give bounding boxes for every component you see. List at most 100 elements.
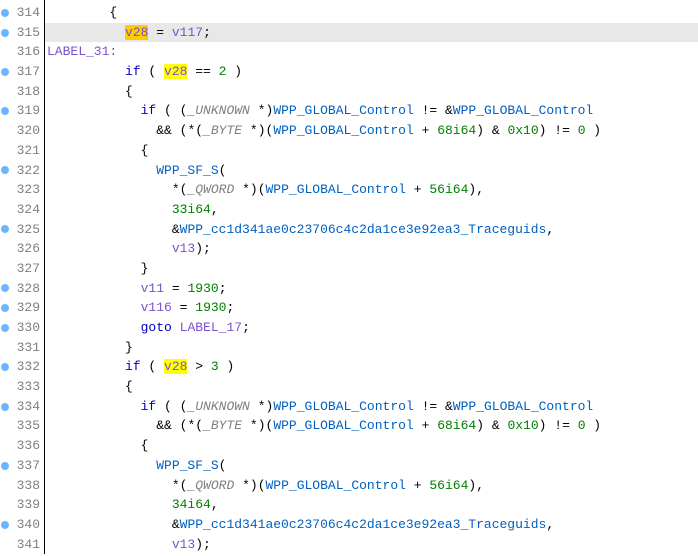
breakpoint-marker[interactable]: [0, 259, 10, 279]
breakpoint-marker[interactable]: [0, 101, 10, 121]
breakpoint-marker[interactable]: [0, 161, 10, 181]
breakpoint-marker[interactable]: [0, 121, 10, 141]
breakpoint-marker[interactable]: [0, 298, 10, 318]
sym-wsfs[interactable]: WPP_SF_S: [156, 163, 218, 178]
code-line[interactable]: 33i64,: [45, 200, 698, 220]
line-number[interactable]: 337: [10, 456, 40, 476]
breakpoint-marker[interactable]: [0, 476, 10, 496]
line-number[interactable]: 332: [10, 357, 40, 377]
var-v117[interactable]: v117: [172, 25, 203, 40]
breakpoint-marker[interactable]: [0, 377, 10, 397]
breakpoint-marker[interactable]: [0, 3, 10, 23]
var-v13[interactable]: v13: [172, 537, 195, 552]
code-line[interactable]: v116 = 1930;: [45, 298, 698, 318]
line-number[interactable]: 330: [10, 318, 40, 338]
line-number[interactable]: 336: [10, 436, 40, 456]
sym-wsfs[interactable]: WPP_SF_S: [156, 458, 218, 473]
code-line[interactable]: && (*(_BYTE *)(WPP_GLOBAL_Control + 68i6…: [45, 121, 698, 141]
line-number[interactable]: 327: [10, 259, 40, 279]
label-17[interactable]: LABEL_17: [180, 320, 242, 335]
sym-wgc[interactable]: WPP_GLOBAL_Control: [273, 399, 413, 414]
line-number[interactable]: 321: [10, 141, 40, 161]
breakpoint-marker[interactable]: [0, 318, 10, 338]
breakpoint-marker[interactable]: [0, 42, 10, 62]
code-line[interactable]: {: [45, 377, 698, 397]
breakpoint-marker[interactable]: [0, 180, 10, 200]
line-number[interactable]: 317: [10, 62, 40, 82]
line-number-gutter[interactable]: 3143153163173183193203213223233243253263…: [10, 0, 44, 554]
code-line[interactable]: }: [45, 259, 698, 279]
line-number[interactable]: 315: [10, 23, 40, 43]
label-31[interactable]: LABEL_31:: [47, 44, 117, 59]
code-line[interactable]: if ( v28 > 3 ): [45, 357, 698, 377]
code-line[interactable]: v13);: [45, 535, 698, 555]
var-v13[interactable]: v13: [172, 241, 195, 256]
line-number[interactable]: 331: [10, 338, 40, 358]
code-line[interactable]: if ( (_UNKNOWN *)WPP_GLOBAL_Control != &…: [45, 397, 698, 417]
code-line[interactable]: LABEL_31:: [45, 42, 698, 62]
line-number[interactable]: 323: [10, 180, 40, 200]
breakpoint-marker[interactable]: [0, 515, 10, 535]
code-line[interactable]: {: [45, 436, 698, 456]
var-v11[interactable]: v11: [141, 281, 164, 296]
line-number[interactable]: 335: [10, 416, 40, 436]
breakpoint-marker[interactable]: [0, 200, 10, 220]
sym-wgc[interactable]: WPP_GLOBAL_Control: [273, 418, 413, 433]
code-line[interactable]: {: [45, 141, 698, 161]
var-v116[interactable]: v116: [141, 300, 172, 315]
breakpoint-marker[interactable]: [0, 357, 10, 377]
code-line[interactable]: {: [45, 3, 698, 23]
line-number[interactable]: 316: [10, 42, 40, 62]
line-number[interactable]: 325: [10, 220, 40, 240]
breakpoint-marker[interactable]: [0, 279, 10, 299]
code-line[interactable]: && (*(_BYTE *)(WPP_GLOBAL_Control + 68i6…: [45, 416, 698, 436]
line-number[interactable]: 340: [10, 515, 40, 535]
code-line[interactable]: v13);: [45, 239, 698, 259]
code-line[interactable]: {: [45, 82, 698, 102]
code-line[interactable]: v11 = 1930;: [45, 279, 698, 299]
line-number[interactable]: 324: [10, 200, 40, 220]
var-v28[interactable]: v28: [164, 64, 187, 79]
breakpoint-marker[interactable]: [0, 338, 10, 358]
breakpoint-marker[interactable]: [0, 456, 10, 476]
breakpoint-marker[interactable]: [0, 220, 10, 240]
line-number[interactable]: 314: [10, 3, 40, 23]
sym-wgc[interactable]: WPP_GLOBAL_Control: [453, 103, 593, 118]
sym-trace[interactable]: WPP_cc1d341ae0c23706c4c2da1ce3e92ea3_Tra…: [180, 517, 547, 532]
breakpoint-marker[interactable]: [0, 62, 10, 82]
breakpoint-marker[interactable]: [0, 82, 10, 102]
line-number[interactable]: 322: [10, 161, 40, 181]
breakpoint-marker[interactable]: [0, 495, 10, 515]
code-line[interactable]: 34i64,: [45, 495, 698, 515]
code-line[interactable]: }: [45, 338, 698, 358]
line-number[interactable]: 329: [10, 298, 40, 318]
line-number[interactable]: 333: [10, 377, 40, 397]
line-number[interactable]: 328: [10, 279, 40, 299]
code-line[interactable]: v28 = v117;: [45, 23, 698, 43]
line-number[interactable]: 320: [10, 121, 40, 141]
code-line[interactable]: *(_QWORD *)(WPP_GLOBAL_Control + 56i64),: [45, 180, 698, 200]
line-number[interactable]: 326: [10, 239, 40, 259]
code-line[interactable]: &WPP_cc1d341ae0c23706c4c2da1ce3e92ea3_Tr…: [45, 220, 698, 240]
line-number[interactable]: 341: [10, 535, 40, 555]
code-line[interactable]: *(_QWORD *)(WPP_GLOBAL_Control + 56i64),: [45, 476, 698, 496]
line-number[interactable]: 318: [10, 82, 40, 102]
sym-wgc[interactable]: WPP_GLOBAL_Control: [273, 123, 413, 138]
sym-wgc[interactable]: WPP_GLOBAL_Control: [266, 182, 406, 197]
sym-wgc[interactable]: WPP_GLOBAL_Control: [273, 103, 413, 118]
code-area[interactable]: { v28 = v117; LABEL_31: if ( v28 == 2 ) …: [45, 0, 698, 554]
code-line[interactable]: goto LABEL_17;: [45, 318, 698, 338]
var-v28[interactable]: v28: [125, 25, 148, 40]
breakpoint-marker[interactable]: [0, 23, 10, 43]
breakpoint-marker[interactable]: [0, 416, 10, 436]
line-number[interactable]: 319: [10, 101, 40, 121]
breakpoint-marker[interactable]: [0, 141, 10, 161]
breakpoint-marker[interactable]: [0, 436, 10, 456]
breakpoint-marker[interactable]: [0, 397, 10, 417]
breakpoint-marker[interactable]: [0, 239, 10, 259]
code-line[interactable]: WPP_SF_S(: [45, 456, 698, 476]
var-v28[interactable]: v28: [164, 359, 187, 374]
breakpoint-marker[interactable]: [0, 535, 10, 555]
code-line[interactable]: if ( v28 == 2 ): [45, 62, 698, 82]
line-number[interactable]: 334: [10, 397, 40, 417]
